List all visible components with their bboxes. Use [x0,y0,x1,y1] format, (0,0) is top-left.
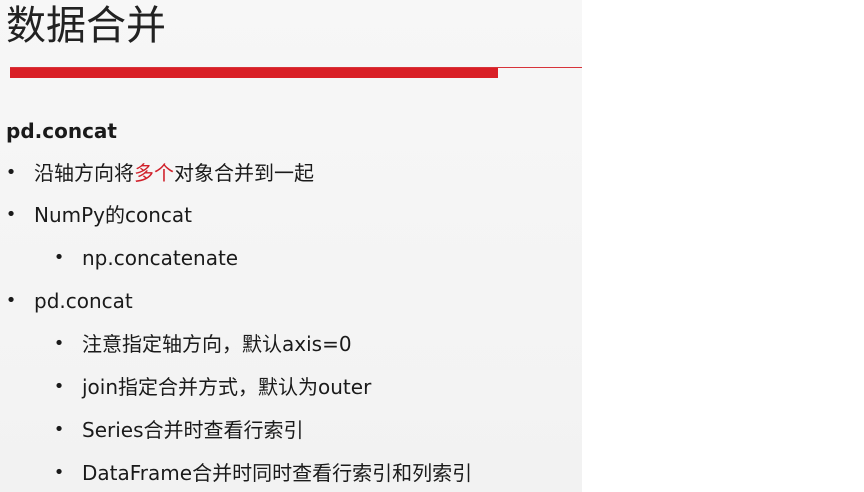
slide-title: 数据合并 [6,3,166,49]
title-underline-bar [10,68,498,78]
bullet-text: Series合并时查看行索引 [82,418,304,442]
slide-canvas: 数据合并 pd.concat • 沿轴方向将多个对象合并到一起 • NumPy的… [0,0,582,492]
bullet-text: pd.concat [34,289,133,313]
bullet-text: NumPy的concat [34,203,193,227]
bullet-dot: • [53,333,65,354]
bullet-dot: • [5,162,17,183]
section-heading: pd.concat [6,119,117,143]
bullet-text: 注意指定轴方向，默认axis=0 [82,332,352,356]
bullet-dot: • [53,376,65,397]
bullet-text: DataFrame合并时同时查看行索引和列索引 [82,461,473,485]
bullet-dot: • [5,204,17,225]
bullet-text: np.concatenate [82,246,239,270]
bullet-dot: • [53,462,65,483]
bullet-dot: • [5,290,17,311]
bullet-text-part: 对象合并到一起 [174,161,314,185]
bullet-text-part: 沿轴方向将 [34,161,134,185]
highlighted-text: 多个 [134,161,174,185]
bullet-dot: • [53,419,65,440]
bullet-text: join指定合并方式，默认为outer [82,375,372,399]
bullet-text: 沿轴方向将多个对象合并到一起 [34,158,314,188]
bullet-dot: • [53,247,65,268]
